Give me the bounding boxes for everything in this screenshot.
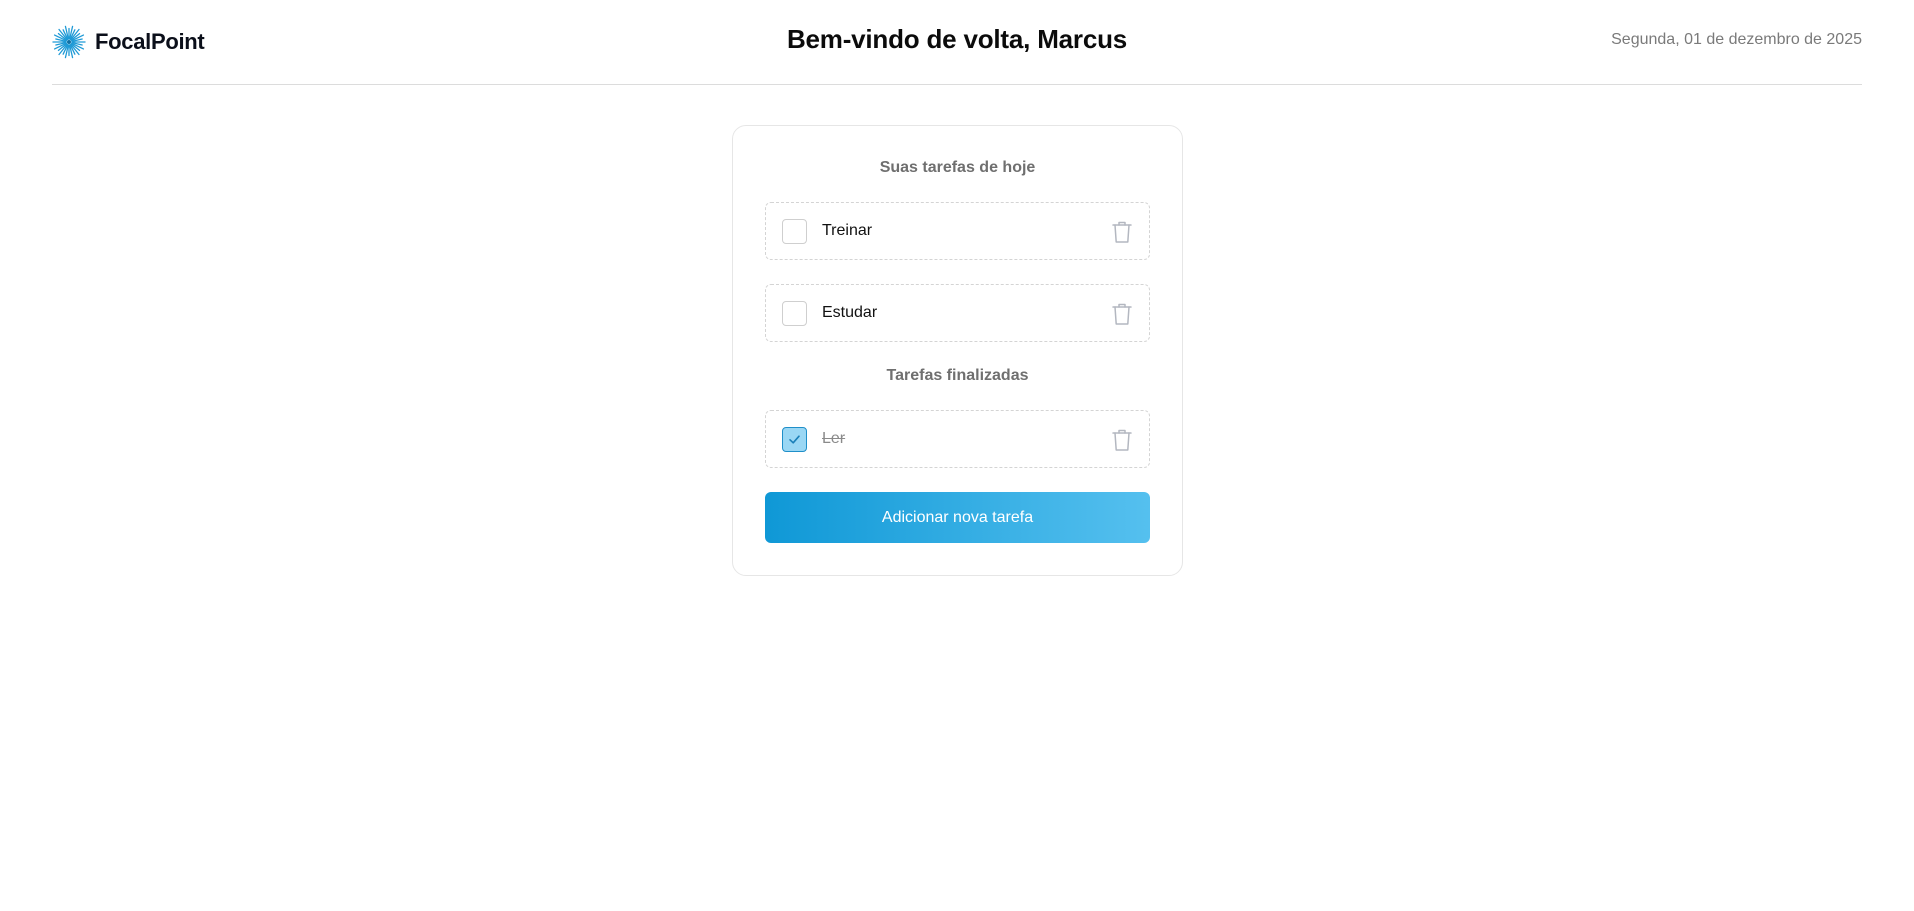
today-tasks-title: Suas tarefas de hoje	[879, 159, 1036, 176]
brand[interactable]: FocalPoint	[52, 24, 205, 60]
task-checkbox[interactable]	[782, 301, 807, 326]
current-date: Segunda, 01 de dezembro de 2025	[1611, 31, 1862, 48]
trash-icon[interactable]	[1111, 302, 1133, 326]
tasks-card: Suas tarefas de hoje Treinar Estudar Tar…	[732, 125, 1183, 576]
task-label: Treinar	[822, 222, 873, 239]
task-label: Ler	[822, 430, 846, 447]
task-item: Estudar	[765, 284, 1150, 342]
trash-icon[interactable]	[1111, 428, 1133, 452]
task-item-completed: Ler	[765, 410, 1150, 468]
check-icon	[789, 435, 800, 444]
welcome-heading: Bem-vindo de volta, Marcus	[786, 24, 1128, 54]
trash-icon[interactable]	[1111, 220, 1133, 244]
add-task-button[interactable]: Adicionar nova tarefa	[765, 492, 1150, 543]
task-item: Treinar	[765, 202, 1150, 260]
sunburst-logo-icon	[52, 25, 86, 59]
task-label: Estudar	[822, 304, 878, 321]
top-bar: FocalPoint Bem-vindo de volta, Marcus Se…	[52, 0, 1862, 85]
brand-name: FocalPoint	[95, 29, 205, 54]
finished-tasks-title: Tarefas finalizadas	[886, 367, 1029, 384]
task-checkbox-checked[interactable]	[782, 427, 807, 452]
task-checkbox[interactable]	[782, 219, 807, 244]
